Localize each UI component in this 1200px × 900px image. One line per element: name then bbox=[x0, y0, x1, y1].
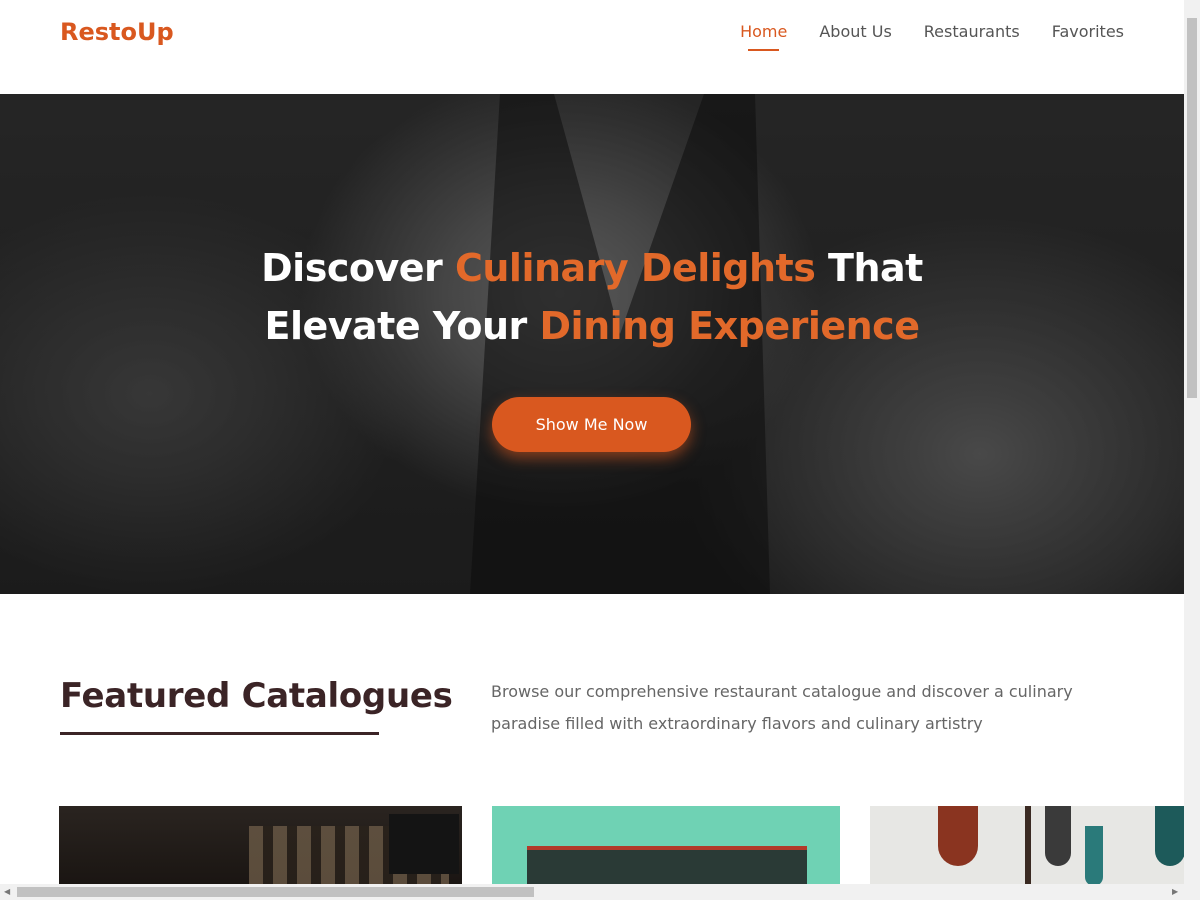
card-image bbox=[938, 806, 978, 866]
card-image bbox=[1025, 806, 1031, 886]
card-image bbox=[527, 846, 807, 886]
horizontal-scrollbar-thumb[interactable] bbox=[17, 887, 534, 897]
horizontal-scrollbar[interactable]: ◀ ▶ bbox=[0, 884, 1200, 900]
vertical-scrollbar[interactable] bbox=[1184, 0, 1200, 884]
show-me-now-button[interactable]: Show Me Now bbox=[492, 397, 691, 452]
nav-home[interactable]: Home bbox=[740, 22, 787, 51]
scroll-left-icon[interactable]: ◀ bbox=[4, 887, 10, 896]
card-image bbox=[1045, 806, 1071, 866]
catalogue-card[interactable] bbox=[870, 806, 1184, 886]
scroll-right-icon[interactable]: ▶ bbox=[1172, 887, 1178, 896]
main-nav: Home About Us Restaurants Favorites bbox=[740, 22, 1124, 51]
hero-title: Discover Culinary Delights That Elevate … bbox=[0, 239, 1184, 355]
brand-logo[interactable]: RestoUp bbox=[60, 18, 174, 46]
hero-title-part: That bbox=[815, 246, 923, 290]
vertical-scrollbar-thumb[interactable] bbox=[1187, 18, 1197, 398]
nav-restaurants[interactable]: Restaurants bbox=[924, 22, 1020, 51]
catalogue-card[interactable] bbox=[59, 806, 462, 886]
hero-title-part: Discover bbox=[261, 246, 455, 290]
catalogue-card[interactable] bbox=[492, 806, 840, 886]
card-image bbox=[1155, 806, 1184, 866]
card-image bbox=[1085, 826, 1103, 886]
site-header: RestoUp Home About Us Restaurants Favori… bbox=[0, 0, 1184, 94]
card-image bbox=[389, 814, 459, 874]
hero-title-highlight: Dining Experience bbox=[539, 304, 920, 348]
hero-title-part: Elevate Your bbox=[264, 304, 540, 348]
title-underline bbox=[60, 732, 379, 735]
nav-favorites[interactable]: Favorites bbox=[1052, 22, 1124, 51]
featured-description: Browse our comprehensive restaurant cata… bbox=[491, 682, 1073, 733]
nav-about-us[interactable]: About Us bbox=[819, 22, 891, 51]
hero-banner: Discover Culinary Delights That Elevate … bbox=[0, 94, 1184, 594]
hero-title-highlight: Culinary Delights bbox=[454, 246, 816, 290]
featured-catalogues-title: Featured Catalogues bbox=[60, 676, 453, 716]
